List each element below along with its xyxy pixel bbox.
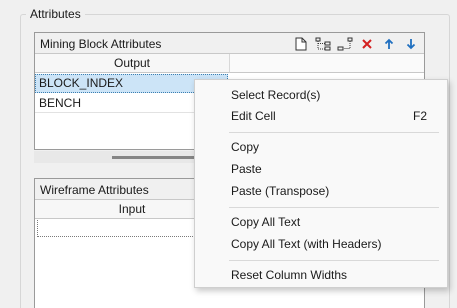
menu-separator [229,260,439,261]
menu-item-label: Select Record(s) [231,88,321,102]
menu-item-copy-all-text-with-headers[interactable]: Copy All Text (with Headers) [195,233,447,255]
mining-panel-header: Mining Block Attributes [35,33,424,54]
menu-item-label: Edit Cell [231,109,276,123]
menu-item-select-records[interactable]: Select Record(s) [195,84,447,106]
menu-item-label: Paste [231,162,262,176]
menu-item-label: Copy All Text (with Headers) [231,237,382,251]
move-down-icon[interactable] [401,35,420,52]
attributes-group-label: Attributes [26,7,85,21]
menu-item-label: Copy [231,140,260,154]
collapse-tree-icon[interactable] [335,35,354,52]
new-document-icon[interactable] [291,35,310,52]
menu-item-edit-cell[interactable]: Edit Cell F2 [195,105,447,127]
menu-item-label: Paste (Transpose) [231,184,330,198]
menu-item-shortcut: F2 [412,109,427,123]
menu-separator [229,132,439,133]
menu-item-paste[interactable]: Paste [195,158,447,180]
expand-tree-icon[interactable] [313,35,332,52]
context-menu: Select Record(s) Edit Cell F2 Copy Paste… [194,79,448,288]
menu-item-paste-transpose[interactable]: Paste (Transpose) [195,180,447,202]
menu-item-copy[interactable]: Copy [195,136,447,158]
menu-item-copy-all-text[interactable]: Copy All Text [195,211,447,233]
mining-panel-toolbar [291,35,420,52]
menu-separator [229,207,439,208]
wireframe-panel-title: Wireframe Attributes [40,183,149,197]
delete-icon[interactable] [357,35,376,52]
output-column-header[interactable]: Output [35,54,230,73]
scrollbar-thumb[interactable] [112,156,196,159]
menu-item-label: Copy All Text [231,215,301,229]
mining-panel-title: Mining Block Attributes [40,37,162,51]
empty-column-header [230,54,424,73]
menu-item-label: Reset Column Widths [231,268,348,282]
menu-item-reset-column-widths[interactable]: Reset Column Widths [195,264,447,286]
move-up-icon[interactable] [379,35,398,52]
